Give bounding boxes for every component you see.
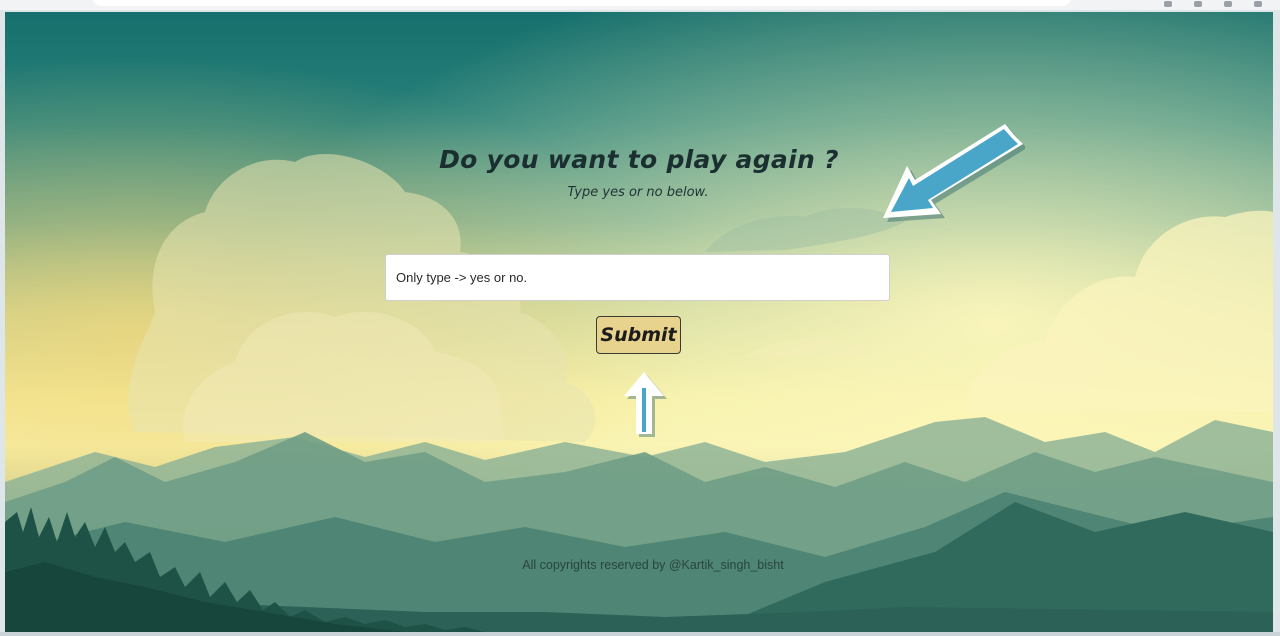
profile-icon[interactable] bbox=[1224, 1, 1232, 7]
arrow-annotation-icon bbox=[883, 124, 1025, 222]
submit-button[interactable]: Submit bbox=[596, 316, 681, 354]
bookmark-icon[interactable] bbox=[1194, 1, 1202, 7]
answer-input[interactable] bbox=[385, 254, 890, 301]
toolbar-icons bbox=[1164, 1, 1262, 9]
arrow-annotation-icon bbox=[624, 372, 667, 437]
page-title: Do you want to play again ? bbox=[439, 145, 839, 174]
extension-icon[interactable] bbox=[1164, 1, 1172, 7]
browser-bottom-edge bbox=[0, 632, 1280, 636]
address-bar[interactable] bbox=[92, 0, 1072, 6]
browser-toolbar bbox=[0, 0, 1280, 10]
page-background: Do you want to play again ? Type yes or … bbox=[5, 12, 1273, 632]
instruction-text: Type yes or no below. bbox=[567, 185, 709, 200]
copyright-footer: All copyrights reserved by @Kartik_singh… bbox=[522, 558, 784, 572]
menu-icon[interactable] bbox=[1254, 1, 1262, 7]
